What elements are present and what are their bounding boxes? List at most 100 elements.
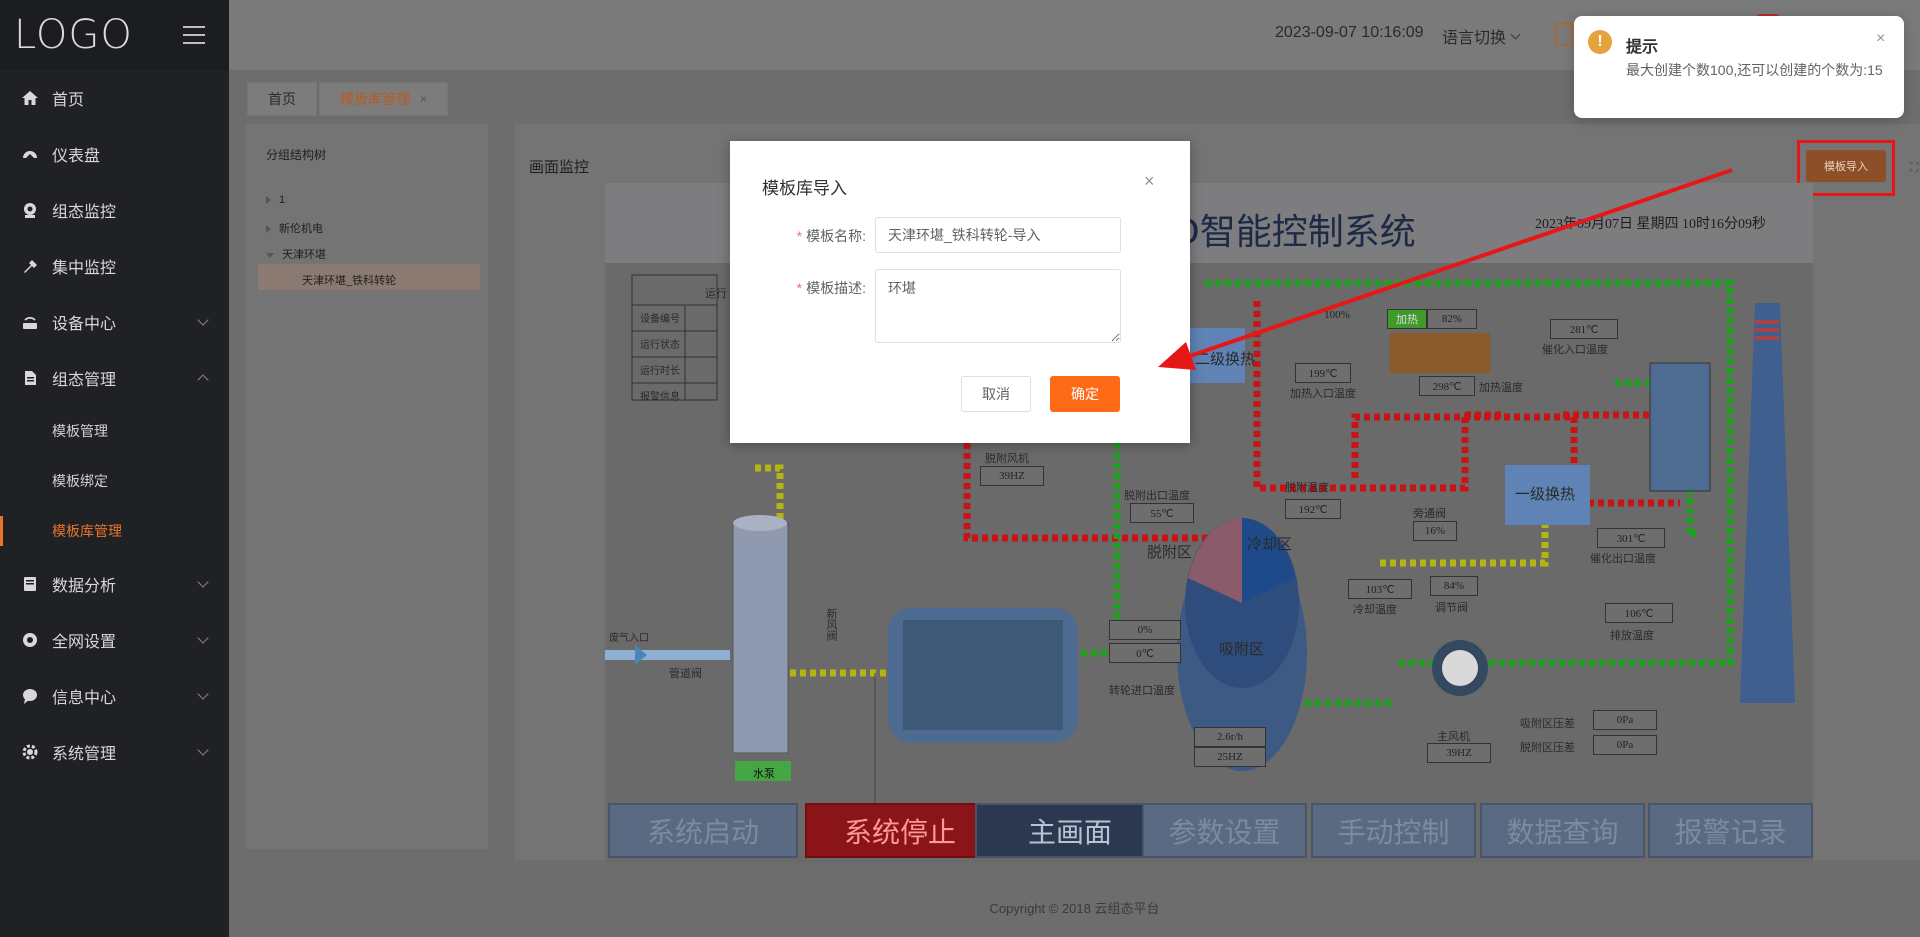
chevron-down-icon (197, 632, 209, 644)
wheel-temp: 0℃ (1109, 643, 1181, 663)
caret-right-icon[interactable] (266, 225, 271, 234)
sidebar-item-data-analysis[interactable]: 数据分析 (0, 556, 229, 612)
label-water-pump: 水泵 (753, 768, 775, 780)
data-query-button[interactable]: 数据查询 (1480, 803, 1645, 858)
label-desorb-temp: 脱附温度 (1285, 482, 1329, 494)
desorb-fan-hz: 39HZ (980, 466, 1044, 486)
dialog-title: 模板库导入 (762, 179, 847, 198)
notification-toast: ! 提示 最大创建个数100,还可以创建的个数为:15 × (1574, 16, 1904, 118)
tree-node[interactable]: 新伦机电 (266, 220, 323, 236)
adsorb-dp-value: 0Pa (1593, 710, 1657, 730)
sidebar-item-label: 系统管理 (52, 746, 117, 763)
chevron-down-icon (197, 744, 209, 756)
close-icon[interactable]: × (1144, 171, 1155, 192)
label-cat-in-temp: 催化入口温度 (1542, 344, 1608, 356)
label-cool-zone: 冷却区 (1247, 537, 1293, 553)
sidebar-item-device-center[interactable]: 设备中心 (0, 294, 229, 350)
sidebar: LOGO 首页 仪表盘 组态监控 集中监控 设备中心 组态管理 模板管理 模板绑… (0, 0, 229, 937)
sidebar-item-label: 集中监控 (52, 260, 117, 277)
label-cool-temp: 冷却温度 (1353, 604, 1397, 616)
menu-toggle-icon[interactable] (183, 26, 205, 44)
scada-title: D智能控制系统 (1172, 212, 1416, 253)
sidebar-item-label: 信息中心 (52, 690, 117, 707)
home-icon (20, 88, 40, 108)
wheel-speed: 2.6r/h (1194, 727, 1266, 747)
chevron-up-icon (197, 374, 209, 386)
target-icon (20, 630, 40, 650)
template-desc-input[interactable]: 环堪 (875, 269, 1121, 343)
label-hx2: 二级换热 (1195, 352, 1256, 368)
label-desorb-dp: 脱附区压差 (1520, 742, 1575, 754)
label-exhaust-temp: 排放温度 (1610, 630, 1654, 642)
gear-icon (20, 742, 40, 762)
sidebar-item-network-settings[interactable]: 全网设置 (0, 612, 229, 668)
sidebar-item-config-monitor[interactable]: 组态监控 (0, 182, 229, 238)
fullscreen-icon[interactable]: ⛶ (1910, 160, 1918, 175)
sidebar-subitem-template-library[interactable]: 模板库管理 (0, 506, 229, 556)
language-switch-label: 语言切换 (1442, 30, 1507, 47)
sidebar-item-home[interactable]: 首页 (0, 70, 229, 126)
sidebar-subitem-template-bind[interactable]: 模板绑定 (0, 456, 229, 506)
close-icon[interactable]: × (1876, 30, 1885, 48)
logo-bar: LOGO (0, 0, 229, 70)
tab-template-library[interactable]: 模板库管理 × (319, 82, 449, 116)
param-settings-button[interactable]: 参数设置 (1142, 803, 1307, 858)
tab-close-icon[interactable]: × (420, 92, 427, 106)
chevron-down-icon (197, 576, 209, 588)
template-name-input[interactable] (875, 217, 1121, 253)
tablet-icon[interactable] (1555, 22, 1573, 46)
notification-title: 提示 (1626, 39, 1659, 56)
sidebar-item-info-center[interactable]: 信息中心 (0, 668, 229, 724)
tree-node[interactable]: 天津环堪 (266, 246, 326, 262)
sidebar-item-label: 组态管理 (52, 372, 117, 389)
system-stop-button[interactable]: 系统停止 (805, 803, 995, 858)
table-row-label: 报警信息 (640, 392, 680, 403)
tab-label: 模板库管理 (340, 91, 410, 107)
desorb-temp-value: 192℃ (1285, 499, 1341, 519)
label-hx1: 一级换热 (1515, 487, 1576, 503)
tree-title: 分组结构树 (266, 148, 327, 162)
system-start-button[interactable]: 系统启动 (608, 803, 798, 858)
main-screen-button[interactable]: 主画面 (975, 803, 1165, 858)
page-title: 画面监控 (529, 159, 590, 176)
label-wheel-in-temp: 转轮进口温度 (1109, 685, 1175, 697)
tab-label: 首页 (268, 91, 296, 107)
cool-temp-value: 103℃ (1348, 579, 1412, 599)
alarm-record-button[interactable]: 报警记录 (1648, 803, 1813, 858)
tree-node-label: 新伦机电 (279, 223, 323, 235)
heat-in-temp-value: 199℃ (1295, 363, 1351, 383)
sidebar-item-label: 设备中心 (52, 316, 117, 333)
sidebar-item-central-monitor[interactable]: 集中监控 (0, 238, 229, 294)
bypass-pct: 16% (1413, 521, 1457, 541)
cancel-button[interactable]: 取消 (961, 376, 1031, 412)
table-header: 运行 (705, 288, 727, 300)
notification-message: 最大创建个数100,还可以创建的个数为:15 (1626, 62, 1883, 78)
heat-temp-value: 298℃ (1419, 376, 1475, 396)
manual-control-button[interactable]: 手动控制 (1311, 803, 1476, 858)
language-switch[interactable]: 语言切换 (1442, 24, 1521, 48)
template-import-dialog: 模板库导入 × *模板名称: *模板描述: 环堪 取消 确定 (730, 141, 1190, 443)
sidebar-item-dashboard[interactable]: 仪表盘 (0, 126, 229, 182)
logo: LOGO (14, 12, 133, 58)
sidebar-item-config-manage[interactable]: 组态管理 (0, 350, 229, 406)
tab-home[interactable]: 首页 (247, 82, 317, 116)
chevron-down-icon (197, 314, 209, 326)
reg-valve-pct: 84% (1430, 576, 1478, 596)
label-exhaust-inlet: 废气入口 (609, 633, 649, 644)
sidebar-item-label: 数据分析 (52, 578, 117, 595)
caret-down-icon[interactable] (266, 252, 274, 258)
wheel-pct: 0% (1109, 620, 1181, 640)
label-adsorb-zone: 吸附区 (1219, 642, 1265, 658)
label-heat-in-temp: 加热入口温度 (1290, 388, 1356, 400)
desorb-out-temp-value: 55℃ (1130, 503, 1194, 523)
chat-icon (20, 686, 40, 706)
tree-node[interactable]: 1 (266, 194, 285, 206)
header-datetime: 2023-09-07 10:16:09 (1275, 24, 1424, 41)
confirm-button[interactable]: 确定 (1050, 376, 1120, 412)
sidebar-subitem-template-manage[interactable]: 模板管理 (0, 406, 229, 456)
warning-icon: ! (1588, 30, 1612, 54)
tree-node-label: 1 (279, 194, 286, 206)
caret-right-icon[interactable] (266, 196, 271, 205)
sidebar-item-system-manage[interactable]: 系统管理 (0, 724, 229, 780)
tree-node-child[interactable]: 天津环堪_铁科转轮 (302, 272, 396, 288)
